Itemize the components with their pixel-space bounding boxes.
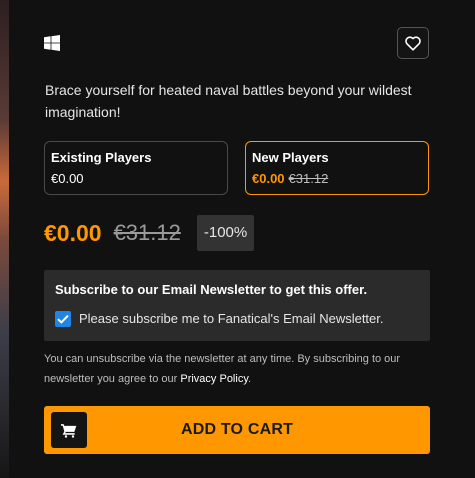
option-existing-title: Existing Players [51,150,152,165]
option-existing-players[interactable]: Existing Players €0.00 [44,141,228,195]
privacy-policy-link[interactable]: Privacy Policy [180,373,248,385]
discount-badge: -100% [196,215,255,251]
background-artwork-edge [0,0,9,478]
newsletter-title: Subscribe to our Email Newsletter to get… [55,282,368,297]
wishlist-button[interactable] [397,27,429,59]
product-purchase-panel: Brace yourself for heated naval battles … [9,0,475,478]
newsletter-checkbox[interactable] [55,311,71,327]
add-to-cart-button[interactable]: ADD TO CART [44,406,430,454]
option-new-players[interactable]: New Players €0.00 €31.12 [245,141,429,195]
newsletter-fineprint: You can unsubscribe via the newsletter a… [44,349,430,389]
original-price: €31.12 [113,220,181,245]
option-new-title: New Players [252,150,329,165]
current-price: €0.00 [44,219,102,246]
option-new-price-row: €0.00 €31.12 [252,171,422,187]
heart-icon [405,35,421,51]
option-new-original-price: €31.12 [288,171,329,186]
cart-icon-box [51,412,87,448]
newsletter-checkbox-label: Please subscribe me to Fanatical's Email… [79,311,384,326]
fineprint-suffix: . [248,373,252,385]
option-existing-price: €0.00 [51,171,84,186]
newsletter-box: Subscribe to our Email Newsletter to get… [44,270,430,341]
checkmark-icon [57,314,69,324]
windows-icon [44,35,60,51]
cart-icon [61,423,77,438]
newsletter-checkbox-row: Please subscribe me to Fanatical's Email… [55,311,419,327]
price-summary: €0.00 €31.12 -100% [44,214,255,252]
add-to-cart-label: ADD TO CART [180,421,294,438]
product-description: Brace yourself for heated naval battles … [45,82,412,120]
option-new-price: €0.00 [252,171,285,186]
